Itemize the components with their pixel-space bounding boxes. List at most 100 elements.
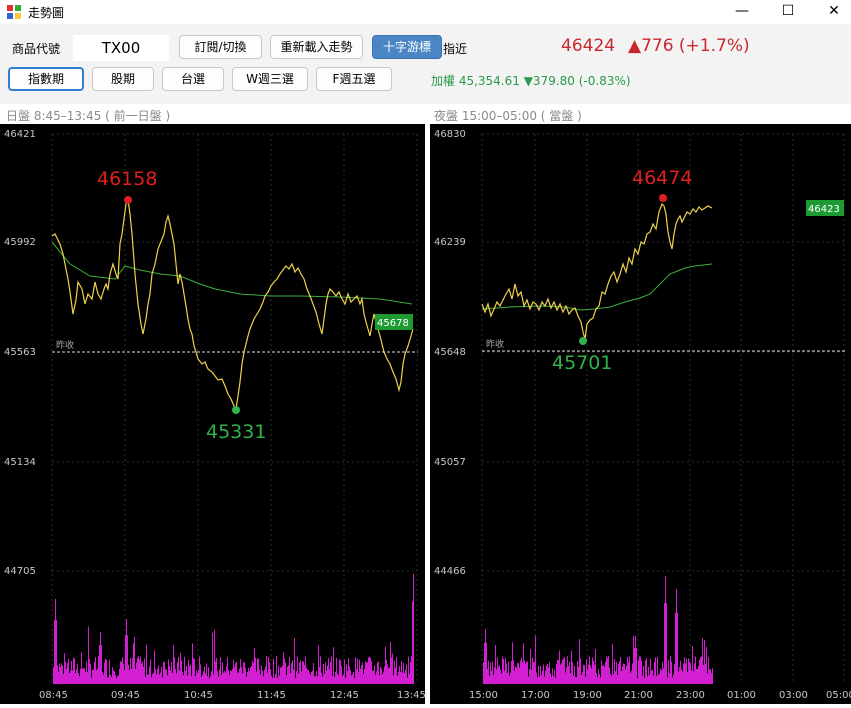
volume-bar: [232, 668, 233, 684]
volume-bar: [567, 656, 568, 684]
volume-bar: [396, 657, 397, 684]
volume-bar: [494, 667, 495, 684]
volume-bar: [555, 677, 556, 684]
volume-bar: [646, 658, 647, 684]
volume-bar: [203, 671, 204, 684]
volume-bar: [239, 668, 240, 684]
volume-bar: [128, 664, 129, 684]
volume-bar: [77, 663, 78, 684]
volume-bar: [134, 636, 135, 684]
volume-bar: [534, 661, 535, 684]
volume-bar: [335, 671, 336, 684]
volume-bar: [212, 632, 213, 684]
volume-bar: [172, 672, 173, 684]
volume-bar: [236, 661, 237, 684]
volume-bar: [399, 666, 400, 684]
volume-bar: [334, 676, 335, 684]
tab-index-futures[interactable]: 指數期: [8, 67, 84, 91]
tab-wed-weekly[interactable]: W週三選: [232, 67, 308, 91]
volume-bar: [574, 665, 575, 684]
volume-bar: [668, 659, 669, 684]
volume-bar: [157, 668, 158, 684]
volume-bar: [242, 673, 243, 684]
volume-bar: [123, 663, 124, 684]
volume-bar: [220, 657, 221, 684]
volume-bar: [604, 666, 605, 684]
volume-bar: [278, 665, 279, 684]
tab-fri-weekly[interactable]: F週五選: [316, 67, 392, 91]
volume-bar: [402, 672, 403, 684]
volume-bar: [561, 662, 562, 684]
volume-bar: [248, 668, 249, 684]
volume-bar: [284, 658, 285, 684]
volume-bar: [264, 669, 265, 684]
volume-bar: [525, 663, 526, 684]
volume-bar: [384, 666, 385, 684]
volume-bar: [487, 669, 488, 684]
volume-bar: [298, 673, 299, 684]
code-input[interactable]: TX00: [73, 35, 169, 61]
volume-bar: [308, 670, 309, 684]
volume-bar: [519, 667, 520, 684]
volume-bar: [337, 673, 338, 684]
volume-bar: [164, 662, 165, 684]
volume-bar: [550, 673, 551, 684]
volume-bar: [366, 662, 367, 684]
volume-bar: [643, 666, 644, 684]
volume-bar: [115, 674, 116, 684]
volume-bar: [592, 657, 593, 684]
volume-bar: [170, 670, 171, 684]
volume-bar: [580, 658, 581, 684]
volume-bar: [325, 662, 326, 684]
volume-bar: [306, 667, 307, 684]
subscribe-button[interactable]: 訂閱/切換: [179, 35, 262, 59]
volume-bar: [218, 676, 219, 684]
volume-bar: [153, 672, 154, 684]
volume-bar: [484, 642, 485, 684]
volume-bar: [314, 676, 315, 684]
volume-bar: [523, 643, 524, 684]
volume-bar: [412, 601, 413, 684]
tab-stock-futures[interactable]: 股期: [92, 67, 154, 91]
volume-bar: [381, 668, 382, 684]
volume-bar: [636, 648, 637, 684]
volume-bar: [135, 668, 136, 684]
volume-bar: [539, 676, 540, 684]
volume-bar: [288, 665, 289, 684]
volume-bar: [280, 667, 281, 684]
volume-bar: [79, 676, 80, 684]
volume-bar: [648, 666, 649, 684]
volume-bar: [701, 656, 702, 684]
reload-button[interactable]: 重新載入走勢: [270, 35, 363, 59]
day-average-line: [51, 241, 413, 305]
volume-bar: [540, 665, 541, 684]
volume-bar: [282, 665, 283, 684]
volume-bar: [81, 652, 82, 684]
volume-bar: [315, 675, 316, 684]
volume-bar: [281, 667, 282, 684]
volume-bar: [581, 674, 582, 684]
volume-bar: [520, 660, 521, 684]
volume-bar: [271, 675, 272, 684]
night-x-tick: 21:00: [624, 690, 653, 701]
crosshair-button[interactable]: 十字游標: [372, 35, 442, 59]
volume-bar: [635, 636, 636, 684]
close-button[interactable]: ✕: [811, 0, 851, 24]
maximize-button[interactable]: ☐: [765, 0, 811, 24]
volume-bar: [627, 656, 628, 684]
volume-bar: [100, 632, 101, 684]
volume-bar: [688, 658, 689, 684]
volume-bar: [64, 653, 65, 684]
volume-bar: [612, 643, 613, 684]
volume-bar: [339, 659, 340, 684]
minimize-button[interactable]: —: [719, 0, 765, 24]
volume-bar: [200, 664, 201, 684]
day-chart-panel[interactable]: 46421 45992 45563 45134 44705 昨收 46158 4…: [0, 124, 426, 704]
tab-tx-options[interactable]: 台選: [162, 67, 224, 91]
volume-bar: [222, 662, 223, 684]
volume-bar: [620, 656, 621, 684]
day-high-marker: [124, 196, 132, 204]
volume-bar: [613, 674, 614, 684]
night-chart-panel[interactable]: 46830 46239 45648 45057 44466 昨收 46474 4…: [430, 124, 851, 704]
volume-bar: [156, 674, 157, 684]
